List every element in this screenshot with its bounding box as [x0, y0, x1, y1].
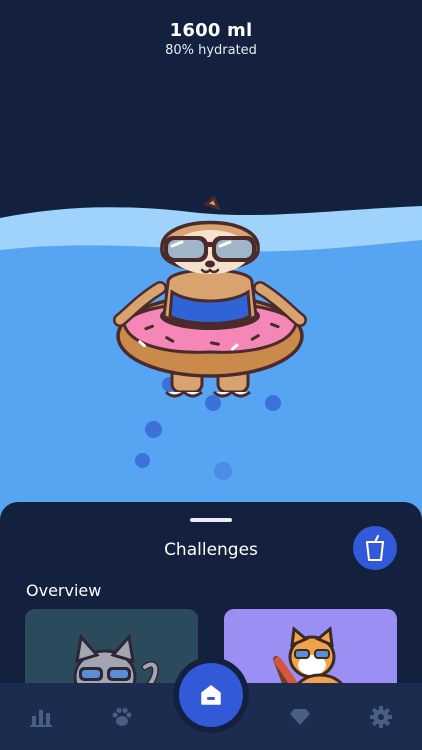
home-icon: [201, 685, 221, 705]
home-button[interactable]: [179, 663, 243, 727]
settings-icon: [370, 705, 392, 728]
diamond-icon: [290, 708, 310, 725]
tab-settings[interactable]: [361, 683, 401, 750]
tab-premium[interactable]: [280, 683, 320, 750]
water-volume: 1600 ml: [169, 20, 253, 41]
sloth-mascot: [113, 196, 307, 398]
bubble: [214, 462, 232, 480]
tab-stats[interactable]: [21, 683, 61, 750]
stats-icon: [30, 709, 52, 727]
sloth-head: [160, 196, 260, 274]
tab-pets[interactable]: [102, 683, 142, 750]
add-drink-button[interactable]: [353, 526, 397, 570]
bubble: [145, 421, 162, 438]
hydration-percent: 80% hydrated: [165, 43, 257, 58]
paw-icon: [112, 707, 132, 726]
cup-icon: [366, 535, 384, 561]
overview-heading: Overview: [26, 581, 102, 600]
sheet-drag-handle[interactable]: [190, 518, 232, 522]
bubble: [135, 453, 150, 468]
hydration-header: 1600 ml 80% hydrated: [0, 20, 422, 58]
